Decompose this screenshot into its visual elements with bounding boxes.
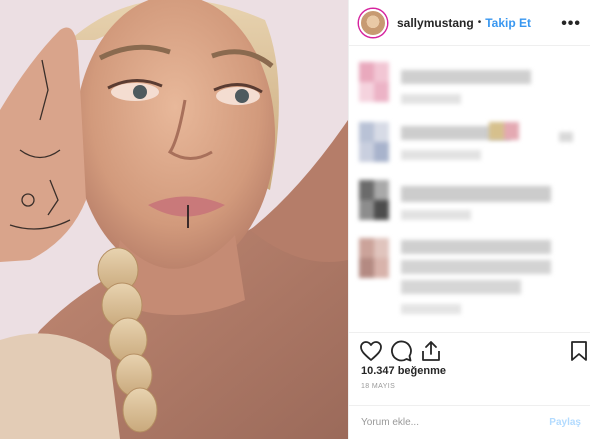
- blurred-comment-text: [401, 240, 551, 254]
- blurred-comment-meta: [401, 150, 481, 160]
- comment-input[interactable]: [361, 417, 550, 428]
- post-side-panel: sallymustang • Takip Et ••• 10.347 beğen…: [348, 0, 590, 439]
- avatar[interactable]: [359, 8, 387, 37]
- blurred-comment-text: [401, 186, 551, 202]
- comment-item: [349, 232, 590, 328]
- likes-count[interactable]: 10.347 beğenme: [361, 365, 446, 377]
- username-link[interactable]: sallymustang: [397, 16, 474, 30]
- comments-list: [349, 48, 590, 330]
- post-date: 18 MAYIS: [361, 383, 396, 390]
- blurred-comment-text: [401, 70, 531, 84]
- comment-icon[interactable]: [389, 339, 413, 363]
- more-options-icon[interactable]: •••: [561, 15, 581, 33]
- blurred-comment-text: [401, 260, 551, 274]
- blurred-comment-text: [401, 280, 521, 294]
- comment-item: [349, 114, 590, 174]
- blurred-emoji: [489, 122, 519, 140]
- comment-item: [349, 174, 590, 234]
- blurred-avatar: [359, 62, 389, 102]
- blurred-like: [559, 132, 573, 142]
- separator-dot: •: [477, 17, 482, 28]
- blurred-avatar: [359, 122, 389, 162]
- blurred-comment-meta: [401, 210, 471, 220]
- share-icon[interactable]: [419, 339, 443, 363]
- comment-item: [349, 52, 590, 112]
- blurred-comment-meta: [401, 94, 461, 104]
- bookmark-icon[interactable]: [567, 339, 590, 363]
- portrait-image: [0, 0, 348, 439]
- post-photo[interactable]: [0, 0, 348, 439]
- post-comment-button[interactable]: Paylaş: [549, 417, 581, 428]
- comment-composer: Paylaş: [349, 405, 590, 439]
- heart-icon[interactable]: [359, 339, 383, 363]
- blurred-avatar: [359, 180, 389, 220]
- blurred-comment-meta: [401, 304, 461, 314]
- blurred-avatar: [359, 238, 389, 278]
- follow-button[interactable]: Takip Et: [485, 16, 531, 30]
- post-header: sallymustang • Takip Et •••: [349, 0, 590, 46]
- action-bar: [349, 332, 590, 366]
